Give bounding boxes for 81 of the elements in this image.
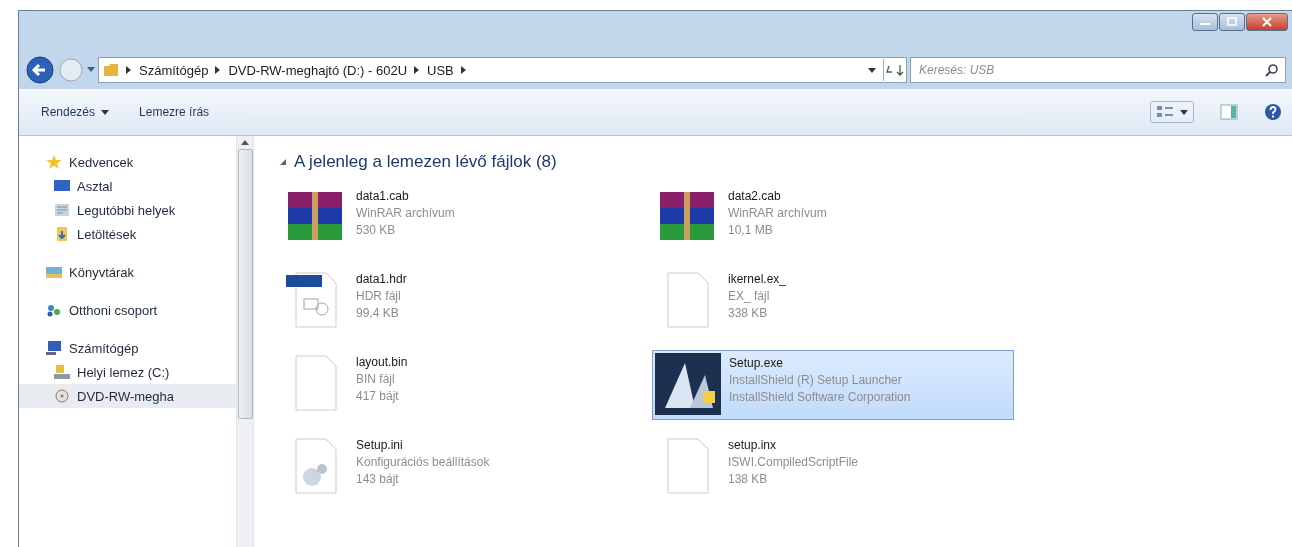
nav-item[interactable]: Legutóbbi helyek	[19, 198, 236, 222]
breadcrumb[interactable]: Számítógép	[139, 62, 209, 78]
help-icon[interactable]	[1264, 103, 1282, 121]
file-detail: 143 bájt	[356, 471, 400, 488]
nav-icon	[45, 340, 63, 356]
file-detail: HDR fájl	[356, 288, 402, 305]
file-detail: 417 bájt	[356, 388, 400, 405]
file-detail: WinRAR archívum	[728, 205, 827, 222]
file-tile[interactable]: ikernel.ex_ EX_ fájl 338 KB	[652, 267, 1014, 337]
nav-icon	[45, 302, 63, 318]
file-name: data2.cab	[728, 188, 782, 205]
nav-icon	[53, 178, 71, 194]
caret-icon	[101, 109, 110, 115]
group-header[interactable]: A jelenleg a lemezen lévő fájlok (8)	[280, 150, 1292, 174]
toolbar-button[interactable]: Lemezre írás	[137, 101, 212, 123]
nav-icon	[53, 388, 71, 404]
file-detail: 338 KB	[728, 305, 769, 322]
scroll-up-arrow-icon[interactable]	[241, 140, 249, 145]
close-icon	[1260, 17, 1274, 27]
nav-item[interactable]: Helyi lemez (C:)	[19, 360, 236, 384]
installer-icon	[655, 353, 721, 415]
back-button[interactable]	[25, 55, 55, 85]
history-caret-icon[interactable]	[87, 67, 95, 73]
minimize-button[interactable]	[1192, 13, 1218, 31]
file-detail: Konfigurációs beállítások	[356, 454, 490, 471]
nav-icon	[53, 364, 71, 380]
file-detail: 99,4 KB	[356, 305, 400, 322]
nav-icon	[45, 154, 63, 170]
file-name: setup.inx	[728, 437, 778, 454]
file-tile[interactable]: Setup.exe InstallShield (R) Setup Launcher InstallShield Software Corporation	[652, 350, 1014, 420]
nav-icon	[45, 264, 63, 280]
caret-icon	[1180, 109, 1188, 115]
nav-item[interactable]: DVD-RW-megha	[19, 384, 236, 408]
file-detail: BIN fájl	[356, 371, 396, 388]
preview-pane-icon[interactable]	[1220, 104, 1238, 120]
file-name: layout.bin	[356, 354, 408, 371]
details-view-icon	[1156, 105, 1174, 119]
file-detail: 138 KB	[728, 471, 769, 488]
file-detail: InstallShield (R) Setup Launcher	[729, 372, 903, 389]
file-detail: EX_ fájl	[728, 288, 771, 305]
search-icon[interactable]	[1265, 63, 1279, 77]
breadcrumb-arrow-icon[interactable]	[460, 66, 467, 74]
file-tile[interactable]: Setup.ini Konfigurációs beállítások 143 bájt	[280, 433, 642, 503]
collapse-triangle-icon[interactable]	[280, 159, 286, 165]
nav-item[interactable]: Asztal	[19, 174, 236, 198]
file-name: Setup.ini	[356, 437, 404, 454]
nav-item[interactable]: Otthoni csoport	[19, 298, 236, 322]
nav-icon	[53, 202, 71, 218]
view-options-button[interactable]	[1150, 101, 1194, 123]
folder-icon	[103, 63, 119, 77]
maximize-button[interactable]	[1219, 13, 1245, 31]
address-bar[interactable]: Számítógép DVD-RW-meghajtó (D:) - 602U USB	[98, 57, 907, 83]
file-detail: InstallShield Software Corporation	[729, 389, 911, 406]
breadcrumb-arrow-icon[interactable]	[126, 66, 132, 74]
file-detail: WinRAR archívum	[356, 205, 455, 222]
nav-item[interactable]: Könyvtárak	[19, 260, 236, 284]
file-name: Setup.exe	[729, 355, 785, 372]
scrollbar[interactable]	[236, 136, 253, 547]
file-tile[interactable]: setup.inx ISWI.CompiledScriptFile 138 KB	[652, 433, 1014, 503]
breadcrumb[interactable]: DVD-RW-meghajtó (D:) - 602U	[228, 62, 408, 78]
close-button[interactable]	[1246, 13, 1288, 31]
file-name: data1.hdr	[356, 271, 407, 288]
file-name: data1.cab	[356, 188, 410, 205]
file-detail: ISWI.CompiledScriptFile	[728, 454, 859, 471]
breadcrumb-arrow-icon[interactable]	[215, 66, 222, 74]
file-tile[interactable]: data2.cab WinRAR archívum 10,1 MB	[652, 184, 1014, 254]
nav-item[interactable]: Számítógép	[19, 336, 236, 360]
file-tile[interactable]: layout.bin BIN fájl 417 bájt	[280, 350, 642, 420]
file-tile[interactable]: data1.hdr HDR fájl 99,4 KB	[280, 267, 642, 337]
dropdown-caret-icon[interactable]	[868, 67, 876, 73]
nav-item[interactable]: Letöltések	[19, 222, 236, 246]
refresh-button[interactable]	[883, 59, 906, 81]
file-detail: 530 KB	[356, 222, 397, 239]
file-name: ikernel.ex_	[728, 271, 787, 288]
maximize-icon	[1225, 17, 1239, 27]
breadcrumb[interactable]: USB	[427, 62, 454, 78]
file-detail: 10,1 MB	[728, 222, 774, 239]
file-tile[interactable]: data1.cab WinRAR archívum 530 KB	[280, 184, 642, 254]
toolbar-button[interactable]: Rendezés	[39, 101, 112, 123]
breadcrumb-arrow-icon[interactable]	[414, 66, 421, 74]
nav-item[interactable]: Kedvencek	[19, 150, 236, 174]
